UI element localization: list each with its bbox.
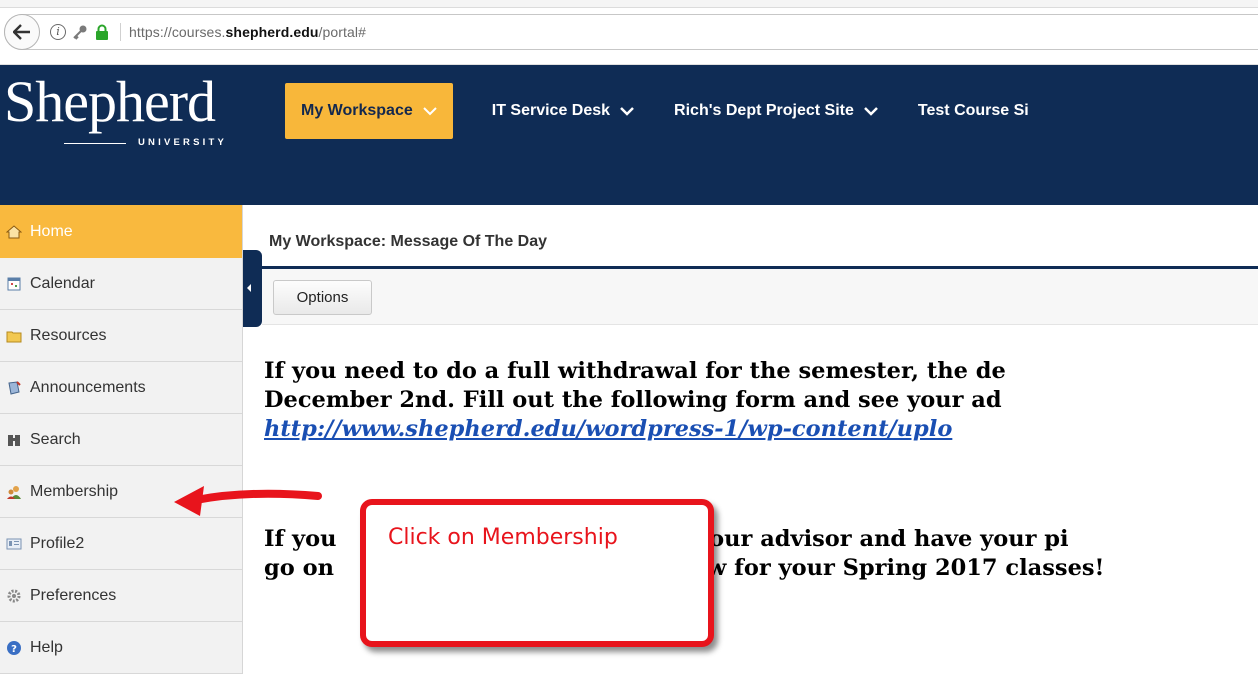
message-fragment: th your advisor and have your pi xyxy=(661,526,1069,552)
info-icon[interactable]: i xyxy=(50,24,66,40)
sidebar-item-label: Preferences xyxy=(30,586,117,604)
membership-icon xyxy=(7,485,21,499)
sidebar-collapse-toggle[interactable] xyxy=(243,250,262,327)
annotation-arrow xyxy=(174,486,322,516)
logo-subtitle: UNIVERSITY xyxy=(138,137,228,148)
browser-tab-strip xyxy=(0,0,1258,8)
tab-test-course-site[interactable]: Test Course Si xyxy=(901,83,1046,139)
announcement-icon xyxy=(8,380,21,395)
url-text[interactable]: https://courses.shepherd.edu/portal# xyxy=(129,24,366,40)
message-link-line: http://www.shepherd.edu/wordpress-1/wp-c… xyxy=(264,415,1258,444)
message-paragraph-1: If you need to do a full withdrawal for … xyxy=(264,357,1258,444)
message-fragment: w for your Spring 2017 classes! xyxy=(706,555,1105,581)
tab-label: My Workspace xyxy=(301,102,413,119)
sidebar-item-label: Calendar xyxy=(30,274,95,292)
help-icon: ? xyxy=(7,640,21,655)
folder-icon xyxy=(6,331,22,342)
sidebar-item-label: Profile2 xyxy=(30,534,85,552)
svg-text:?: ? xyxy=(11,644,17,655)
site-nav: My Workspace IT Service Desk Rich's Dept… xyxy=(285,83,1052,139)
page-title: My Workspace: Message Of The Day xyxy=(269,233,548,250)
calendar-icon xyxy=(7,277,21,290)
gear-icon xyxy=(7,589,21,602)
key-icon xyxy=(73,25,87,40)
sidebar-item-label: Membership xyxy=(30,482,119,500)
tool-toolbar: Options xyxy=(262,269,1258,325)
sidebar-item-help[interactable]: ? Help xyxy=(0,622,242,674)
message-fragment: If you xyxy=(264,526,337,552)
sidebar-item-label: Home xyxy=(30,222,73,240)
tab-label: Rich's Dept Project Site xyxy=(674,102,854,119)
tool-sidebar: Home Calendar Resources Announcements Se… xyxy=(0,205,243,674)
sidebar-item-calendar[interactable]: Calendar xyxy=(0,258,242,310)
options-button[interactable]: Options xyxy=(273,280,372,315)
sidebar-item-announcements[interactable]: Announcements xyxy=(0,362,242,414)
address-bar[interactable]: i https://courses.shepherd.edu/portal# xyxy=(4,14,1258,50)
message-fragment: go on xyxy=(264,555,334,581)
logo-wordmark: Shepherd xyxy=(4,69,216,134)
chevron-down-icon xyxy=(620,106,634,116)
sidebar-item-home[interactable]: Home xyxy=(0,205,242,258)
sidebar-item-search[interactable]: Search xyxy=(0,414,242,466)
collapse-arrow-icon xyxy=(247,284,251,292)
tab-it-service-desk[interactable]: IT Service Desk xyxy=(475,83,651,139)
chevron-down-icon xyxy=(864,106,878,116)
sidebar-item-label: Announcements xyxy=(30,378,146,396)
message-line: If you need to do a full withdrawal for … xyxy=(264,358,1006,384)
home-icon xyxy=(6,224,22,238)
back-arrow-icon xyxy=(13,24,30,40)
sidebar-item-label: Help xyxy=(30,638,63,656)
chevron-down-icon xyxy=(423,106,437,115)
sidebar-item-label: Search xyxy=(30,430,81,448)
callout-text: Click on Membership xyxy=(388,525,618,550)
shepherd-logo[interactable]: Shepherd UNIVERSITY xyxy=(4,69,224,149)
tab-label: IT Service Desk xyxy=(491,102,611,119)
tab-label: Test Course Si xyxy=(917,102,1029,119)
message-line: December 2nd. Fill out the following for… xyxy=(264,387,1002,413)
sidebar-item-preferences[interactable]: Preferences xyxy=(0,570,242,622)
sidebar-item-resources[interactable]: Resources xyxy=(0,310,242,362)
site-header: Shepherd UNIVERSITY My Workspace IT Serv… xyxy=(0,65,1258,205)
search-icon xyxy=(8,434,20,446)
annotation-callout: Click on Membership xyxy=(360,499,714,647)
tab-my-workspace[interactable]: My Workspace xyxy=(285,83,453,139)
url-separator xyxy=(120,23,121,41)
browser-toolbar: i https://courses.shepherd.edu/portal# xyxy=(0,0,1258,65)
tab-richs-dept-project-site[interactable]: Rich's Dept Project Site xyxy=(657,83,895,139)
sidebar-item-label: Resources xyxy=(30,326,107,344)
back-button[interactable] xyxy=(4,14,40,50)
withdrawal-form-link[interactable]: http://www.shepherd.edu/wordpress-1/wp-c… xyxy=(264,416,952,442)
profile-icon xyxy=(6,538,22,549)
lock-icon xyxy=(96,24,108,40)
logo-rule xyxy=(64,143,126,144)
